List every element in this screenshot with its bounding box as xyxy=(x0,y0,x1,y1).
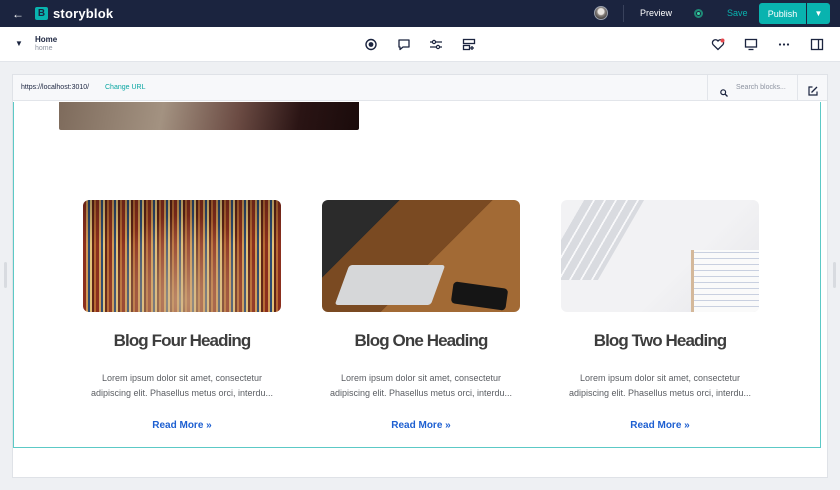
change-url-link[interactable]: Change URL xyxy=(105,84,145,91)
layout-icon[interactable] xyxy=(462,38,476,51)
edit-mode-button[interactable] xyxy=(797,75,827,101)
preview-button[interactable]: Preview xyxy=(640,8,672,18)
blog-card-excerpt: Lorem ipsum dolor sit amet, consectetur … xyxy=(568,373,752,398)
preview-url: https://localhost:3010/ xyxy=(21,84,90,91)
chevron-down-icon[interactable]: ▼ xyxy=(15,39,23,48)
comment-icon[interactable] xyxy=(397,38,411,51)
status-indicator-icon xyxy=(694,9,703,18)
blog-card[interactable]: Blog One Heading Lorem ipsum dolor sit a… xyxy=(322,200,520,433)
top-bar: ← B storyblok xyxy=(0,0,840,27)
blog-card-image xyxy=(83,200,281,312)
heart-icon[interactable] xyxy=(711,38,725,51)
blog-card[interactable]: Blog Four Heading Lorem ipsum dolor sit … xyxy=(83,200,281,433)
blog-card-title: Blog Four Heading xyxy=(113,331,252,350)
save-button[interactable]: Save xyxy=(727,8,748,18)
page-title[interactable]: Home xyxy=(35,35,57,44)
block-search[interactable]: Search blocks... xyxy=(707,75,797,101)
read-more-link[interactable]: Read More » xyxy=(391,420,450,431)
chevron-down-icon[interactable]: ▼ xyxy=(807,3,830,24)
blog-card[interactable]: Blog Two Heading Lorem ipsum dolor sit a… xyxy=(561,200,759,433)
more-icon[interactable] xyxy=(777,38,791,51)
blog-card-title: Blog Two Heading xyxy=(593,331,728,350)
read-more-link[interactable]: Read More » xyxy=(630,420,689,431)
page-slug: home xyxy=(35,45,53,52)
search-icon xyxy=(720,84,728,97)
avatar[interactable] xyxy=(594,6,608,20)
resize-handle-left[interactable] xyxy=(4,262,7,288)
storyblok-logo-icon: B xyxy=(35,7,48,20)
monitor-icon[interactable] xyxy=(744,38,758,51)
arrow-left-icon[interactable]: ← xyxy=(12,7,32,21)
brand-logo[interactable]: B storyblok xyxy=(35,6,113,21)
editor-toolbar: ▼ Home home xyxy=(0,27,840,62)
record-icon[interactable] xyxy=(364,38,378,51)
edit-icon xyxy=(808,83,818,96)
blog-card-excerpt: Lorem ipsum dolor sit amet, consectetur … xyxy=(90,373,274,398)
url-bar: https://localhost:3010/ Change URL Searc… xyxy=(13,75,827,101)
publish-button[interactable]: Publish xyxy=(759,3,806,24)
divider xyxy=(623,5,624,22)
page-preview[interactable]: Blog Four Heading Lorem ipsum dolor sit … xyxy=(13,102,821,448)
read-more-link[interactable]: Read More » xyxy=(152,420,211,431)
preview-frame: https://localhost:3010/ Change URL Searc… xyxy=(12,74,828,478)
resize-handle-right[interactable] xyxy=(833,262,836,288)
hero-image[interactable] xyxy=(59,102,359,130)
blog-card-excerpt: Lorem ipsum dolor sit amet, consectetur … xyxy=(329,373,513,398)
blog-card-image xyxy=(561,200,759,312)
search-input[interactable]: Search blocks... xyxy=(736,84,786,91)
blog-card-title: Blog One Heading xyxy=(354,331,489,350)
blog-card-image xyxy=(322,200,520,312)
sidebar-toggle-icon[interactable] xyxy=(810,38,824,51)
brand-name: storyblok xyxy=(53,6,114,21)
sliders-icon[interactable] xyxy=(429,38,443,51)
